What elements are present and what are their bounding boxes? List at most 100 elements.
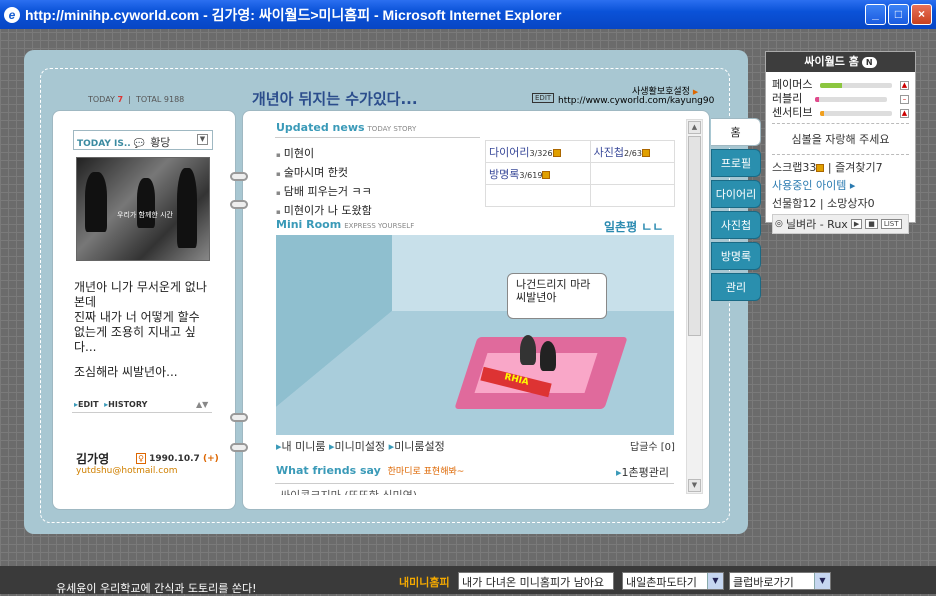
my-minihp-label[interactable]: 내미니홈피 [399, 574, 450, 590]
reply-count: 답글수 [0] [630, 442, 675, 453]
chevron-down-icon[interactable]: ▼ [707, 573, 723, 589]
birth-info: ♀ 1990.10.7 (+) [134, 453, 219, 464]
cyworld-home-link[interactable]: 싸이월드 홈N [766, 52, 915, 72]
window-controls: _ □ × [865, 4, 932, 25]
news-item[interactable]: 술마시며 한컷 [276, 164, 372, 183]
profile-photo[interactable]: 우리가 함께한 시간 [76, 157, 210, 261]
symbol-notice[interactable]: 심볼을 자랑해 주세요 [766, 127, 915, 151]
scroll-up-icon[interactable]: ▲ [688, 121, 701, 134]
user-name: 김가영 [76, 452, 110, 466]
total-count: 9188 [163, 95, 185, 104]
divider [275, 483, 674, 484]
play-icon[interactable]: ▶ [850, 219, 863, 229]
homepage-url[interactable]: http://www.cyworld.com/kayung90 [558, 96, 714, 106]
visit-counter: TODAY 7 | TOTAL 9188 [88, 95, 185, 104]
meter-famous: 페이머스 ▲ [772, 78, 909, 91]
photo-figure [85, 172, 107, 232]
tab-home[interactable]: 홈 [711, 118, 761, 146]
scroll-thumb[interactable] [688, 136, 701, 336]
new-icon [552, 148, 561, 157]
chevron-down-icon[interactable]: ▼ [814, 573, 830, 589]
visited-minihp-box[interactable]: 내가 다녀온 미니홈피가 남아요 [458, 572, 614, 590]
trend-up-icon: ▲ [899, 80, 909, 90]
favorites-link[interactable]: 즐겨찾기7 [835, 161, 882, 174]
mood-selector[interactable]: TODAY IS.. 💬 황당 ▼ [73, 130, 213, 150]
history-link[interactable]: HISTORY [108, 400, 147, 409]
profile-edit-link[interactable]: EDIT [78, 400, 99, 409]
tab-guestbook[interactable]: 방명록 [711, 242, 761, 270]
ilchon-comment-label[interactable]: 일촌평 ㄴㄴ [604, 218, 663, 235]
friend-comment: 싸이콘크지마 (또또한 신미연) [280, 487, 417, 495]
bgm-icon: ◎ [775, 219, 783, 229]
binder-ring [230, 413, 248, 422]
updated-news-title: Updated news TODAY STORY [276, 121, 417, 134]
binder-ring [230, 443, 248, 452]
birth-extra: (+) [202, 454, 219, 464]
cyworld-panel: 싸이월드 홈N 페이머스 ▲ 러블리 – 센서티브 ▲ 심볼을 자랑해 주세요 … [765, 51, 916, 234]
giftbox-link[interactable]: 선물함12 [772, 197, 816, 210]
minimi-settings-link[interactable]: 미니미설정 [335, 440, 386, 453]
user-email[interactable]: yutdshu@hotmail.com [76, 466, 177, 476]
scrap-favorites-row: 스크랩33 | 즐겨찾기7 [772, 161, 883, 174]
guestbook-stat[interactable]: 방명록3/619 [485, 162, 591, 185]
divider [72, 412, 212, 413]
my-miniroom-link[interactable]: 내 미니룸 [282, 440, 326, 453]
binder-ring [230, 200, 248, 209]
maximize-button[interactable]: □ [888, 4, 909, 25]
birth-date: 1990.10.7 [149, 454, 200, 464]
news-item[interactable]: 미현이 [276, 145, 372, 164]
tab-diary[interactable]: 다이어리 [711, 180, 761, 208]
scrap-link[interactable]: 스크랩33 [772, 161, 825, 174]
female-icon: ♀ [136, 453, 146, 464]
wishbox-link[interactable]: 소망상자0 [827, 197, 874, 210]
bgm-player: ◎ 닐벼라 - Rux ▶ ■ LIST [772, 214, 909, 234]
items-in-use-link[interactable]: 사용중인 아이템 ▸ [766, 176, 915, 194]
club-goto-select[interactable]: 클럽바로가기 ▼ [729, 572, 831, 590]
new-icon [816, 164, 825, 172]
new-icon [641, 148, 650, 157]
tab-admin[interactable]: 관리 [711, 273, 761, 301]
tab-photos[interactable]: 사진첩 [711, 211, 761, 239]
meter-lovely: 러블리 – [772, 92, 909, 106]
headline-edit-button[interactable]: EDIT [532, 93, 555, 103]
photo-caption: 우리가 함께한 시간 [117, 211, 173, 219]
empty-stat [485, 184, 591, 207]
minimi-character[interactable] [520, 335, 536, 365]
page-headline: 개년아 뒤지는 수가있다... [252, 90, 418, 108]
stop-icon[interactable]: ■ [865, 219, 878, 229]
chevron-down-icon[interactable]: ▼ [197, 134, 208, 145]
miniroom-links: ▸내 미니룸 ▸미니미설정 ▸미니룸설정 [276, 440, 445, 453]
bgm-list-button[interactable]: LIST [880, 219, 902, 229]
scroll-down-icon[interactable]: ▼ [688, 479, 701, 492]
mood-value: 황당 [150, 136, 171, 149]
mood-bubble-icon: 💬 [133, 139, 146, 149]
ilchon-manage-link[interactable]: ▸1촌평관리 [616, 464, 669, 480]
meter-sensitive: 센서티브 ▲ [772, 106, 909, 119]
miniroom-settings-link[interactable]: 미니룸설정 [394, 440, 445, 453]
photo-figure [137, 178, 155, 228]
bgm-title: 닐벼라 - Rux [785, 218, 848, 231]
profile-bio-line2: 조심해라 씨발년아... [74, 365, 178, 379]
empty-stat [589, 184, 676, 207]
tab-profile[interactable]: 프로필 [711, 149, 761, 177]
trend-flat-icon: – [900, 94, 909, 104]
miniroom-scene[interactable]: RHIA 나건드리지 마라 씨발년아 [276, 235, 674, 435]
photo-stat[interactable]: 사진첩2/63 [589, 140, 676, 163]
news-item[interactable]: 담배 피우는거 ㅋㅋ [276, 183, 372, 202]
binder-ring [230, 172, 248, 181]
friends-say-title: What friends say 한마디로 표현해봐~ [276, 464, 465, 477]
today-is-label: TODAY IS.. [77, 139, 131, 149]
profile-bio: 개년아 니가 무서운게 없나본데 진짜 내가 너 어떻게 할수 없는게 조용히 … [74, 280, 207, 354]
minimize-button[interactable]: _ [865, 4, 886, 25]
trend-up-icon: ▲ [899, 108, 909, 118]
content-scrollbar[interactable]: ▲ ▼ [686, 119, 703, 494]
close-button[interactable]: × [911, 4, 932, 25]
new-badge: N [861, 57, 877, 68]
minimi-character[interactable] [540, 341, 556, 371]
diary-stat[interactable]: 다이어리3/326 [485, 140, 591, 163]
expand-icon[interactable]: ▲▼ [196, 400, 208, 409]
ilchon-wave-select[interactable]: 내일촌파도타기 ▼ [622, 572, 724, 590]
divider [275, 137, 480, 138]
updated-news-list: 미현이 술마시며 한컷 담배 피우는거 ㅋㅋ 미현이가 나 도왔함 [276, 145, 372, 221]
window-title: http://minihp.cyworld.com - 김가영: 싸이월드>미니… [25, 6, 562, 23]
